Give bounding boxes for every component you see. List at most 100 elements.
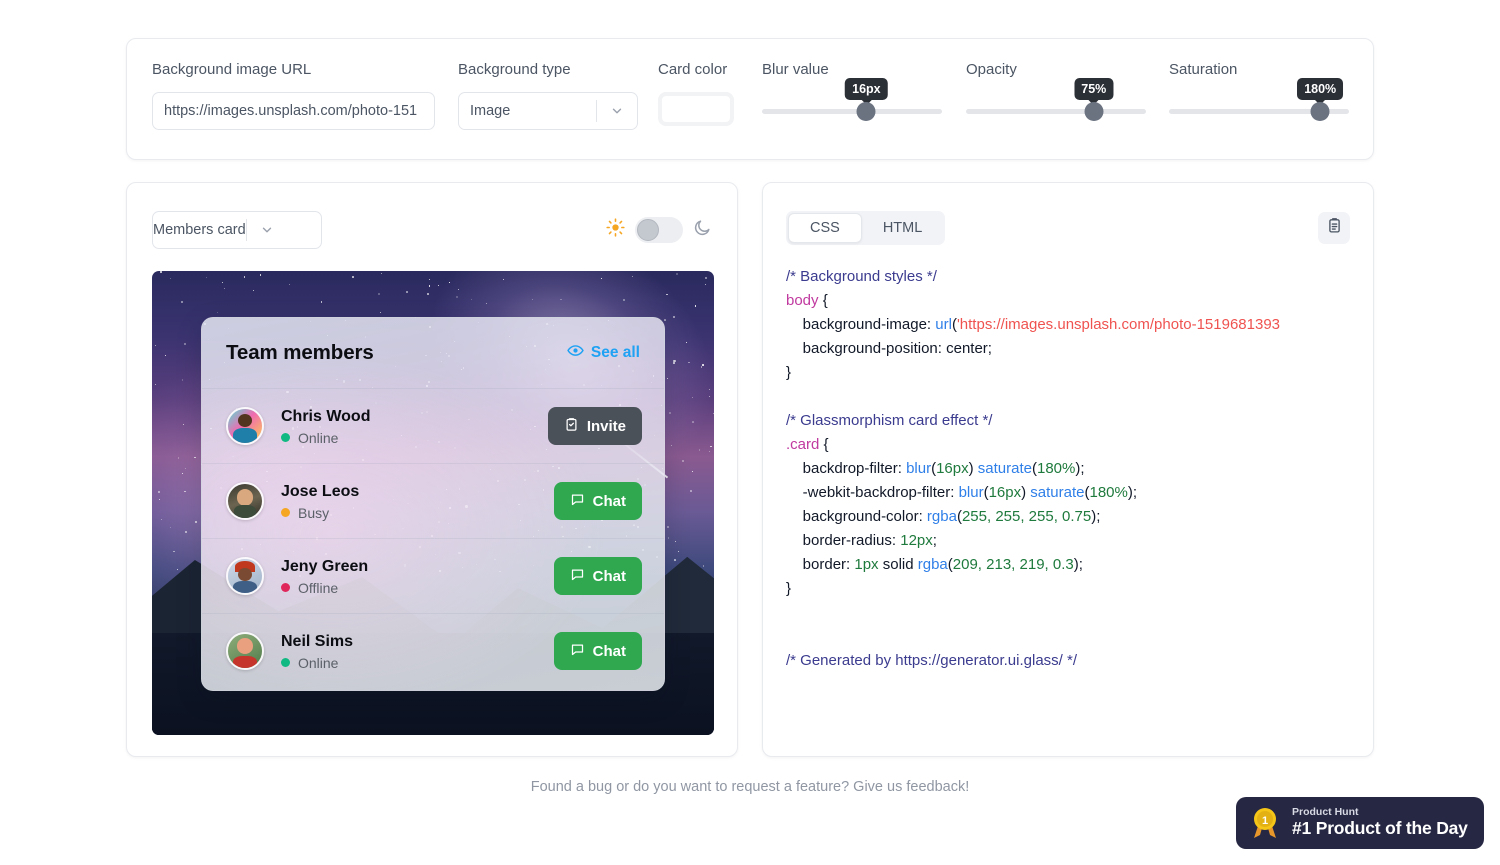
code-property: background-image	[802, 316, 927, 333]
code-content[interactable]: /* Background styles */ body { backgroun…	[786, 265, 1373, 742]
see-all-link[interactable]: See all	[567, 342, 640, 364]
member-info: Jose Leos Busy	[281, 482, 554, 521]
code-brace: {	[818, 292, 828, 309]
code-number: 180%	[1089, 484, 1128, 501]
member-info: Neil Sims Online	[281, 632, 554, 671]
blur-slider-tooltip: 16px	[845, 78, 888, 100]
code-brace: }	[786, 580, 792, 597]
chat-button-label: Chat	[592, 567, 626, 585]
card-color-control: Card color	[658, 61, 734, 126]
code-line: /* Background styles */	[786, 265, 1373, 289]
code-selector: body	[786, 292, 819, 309]
chat-button[interactable]: Chat	[553, 557, 642, 595]
member-status: Busy	[281, 505, 554, 521]
code-number: 180%	[1036, 460, 1076, 477]
code-keyword: solid	[878, 556, 918, 573]
tab-css[interactable]: CSS	[788, 213, 862, 243]
code-brace: }	[786, 364, 792, 381]
member-status-label: Online	[298, 429, 339, 446]
member-name: Chris Wood	[281, 407, 371, 425]
code-line: backdrop-filter: blur(16px) saturate(180…	[802, 460, 1085, 477]
background-url-input[interactable]: https://images.unsplash.com/photo-151	[152, 92, 435, 130]
card-color-swatch[interactable]	[658, 92, 734, 126]
background-type-label: Background type	[458, 61, 571, 78]
code-line: }	[786, 577, 1373, 601]
theme-toggle-knob	[637, 219, 659, 241]
saturation-slider-thumb[interactable]	[1310, 102, 1330, 121]
medal-icon: 1	[1250, 806, 1280, 840]
saturation-control: Saturation 180%	[1169, 61, 1349, 130]
avatar	[226, 557, 264, 595]
member-status: Online	[281, 655, 554, 671]
sun-icon	[606, 218, 625, 242]
code-comment: /* Glassmorphism card effect */	[786, 412, 993, 429]
saturation-label: Saturation	[1169, 61, 1238, 78]
code-tabs: CSS HTML	[786, 211, 946, 245]
member-info: Jeny Green Offline	[281, 557, 554, 596]
component-select[interactable]: Members card	[152, 211, 322, 249]
tab-html[interactable]: HTML	[862, 213, 943, 243]
product-hunt-text: Product Hunt #1 Product of the Day	[1292, 806, 1468, 840]
code-line: }	[786, 361, 1373, 385]
chat-button[interactable]: Chat	[553, 632, 642, 670]
member-info: Chris Wood Online	[281, 407, 548, 446]
avatar-image	[228, 484, 262, 518]
member-row: Neil Sims Online Chat	[202, 613, 664, 688]
avatar-image	[228, 409, 262, 443]
opacity-slider-thumb[interactable]	[1084, 102, 1104, 121]
member-status-label: Online	[298, 654, 339, 671]
feedback-note[interactable]: Found a bug or do you want to request a …	[0, 779, 1500, 795]
product-hunt-big-label: #1 Product of the Day	[1292, 818, 1468, 839]
preview-panel: Members card Team members See all Chris …	[126, 182, 738, 757]
chat-button[interactable]: Chat	[553, 482, 642, 520]
opacity-slider-track	[966, 109, 1146, 114]
app-root: Background image URL https://images.unsp…	[0, 0, 1500, 865]
code-line: background-color: rgba(255, 255, 255, 0.…	[802, 508, 1101, 525]
background-type-control: Background type Image	[458, 61, 638, 130]
preview-toolbar: Members card	[152, 211, 712, 249]
background-type-select[interactable]: Image	[458, 92, 638, 130]
status-dot-icon	[281, 433, 290, 442]
avatar-image	[228, 559, 262, 593]
member-name: Neil Sims	[281, 632, 354, 650]
code-number: 16px	[988, 484, 1022, 501]
product-hunt-small-label: Product Hunt	[1292, 805, 1359, 818]
avatar	[226, 407, 264, 445]
code-panel: CSS HTML /* Background styles */ body { …	[762, 182, 1374, 757]
clipboard-check-icon	[564, 417, 579, 436]
invite-button[interactable]: Invite	[547, 407, 642, 445]
copy-code-button[interactable]	[1318, 212, 1350, 244]
member-row: Chris Wood Online Invite	[202, 388, 664, 463]
blur-slider[interactable]: 16px	[762, 78, 942, 130]
blur-slider-track	[762, 109, 942, 114]
chevron-down-icon	[597, 104, 637, 118]
see-all-label: See all	[590, 344, 640, 361]
status-dot-icon	[281, 583, 290, 592]
background-type-value: Image	[470, 103, 511, 119]
product-hunt-badge[interactable]: 1 Product Hunt #1 Product of the Day	[1236, 797, 1484, 849]
code-function: url	[935, 316, 952, 333]
code-property: background-position	[802, 340, 938, 357]
eye-icon	[567, 342, 584, 364]
code-comment: /* Generated by https://generator.ui.gla…	[786, 652, 1078, 669]
code-number: 255, 255, 255, 0.75	[961, 508, 1092, 525]
blur-slider-thumb[interactable]	[856, 102, 876, 121]
opacity-slider[interactable]: 75%	[966, 78, 1146, 130]
blur-control: Blur value 16px	[762, 61, 942, 130]
theme-toggle[interactable]	[635, 217, 683, 243]
background-url-label: Background image URL	[152, 61, 312, 78]
avatar	[226, 482, 264, 520]
code-function: rgba	[926, 508, 957, 525]
glass-members-card: Team members See all Chris Wood Online I…	[201, 317, 665, 691]
code-line: background-image: url('https://images.un…	[802, 316, 1281, 333]
moon-icon	[693, 218, 712, 242]
preview-stage: Team members See all Chris Wood Online I…	[152, 271, 714, 735]
avatar-image	[228, 634, 262, 668]
code-function: saturate	[1030, 484, 1085, 501]
saturation-slider[interactable]: 180%	[1169, 78, 1349, 130]
code-function: blur	[958, 484, 984, 501]
opacity-control: Opacity 75%	[966, 61, 1146, 130]
